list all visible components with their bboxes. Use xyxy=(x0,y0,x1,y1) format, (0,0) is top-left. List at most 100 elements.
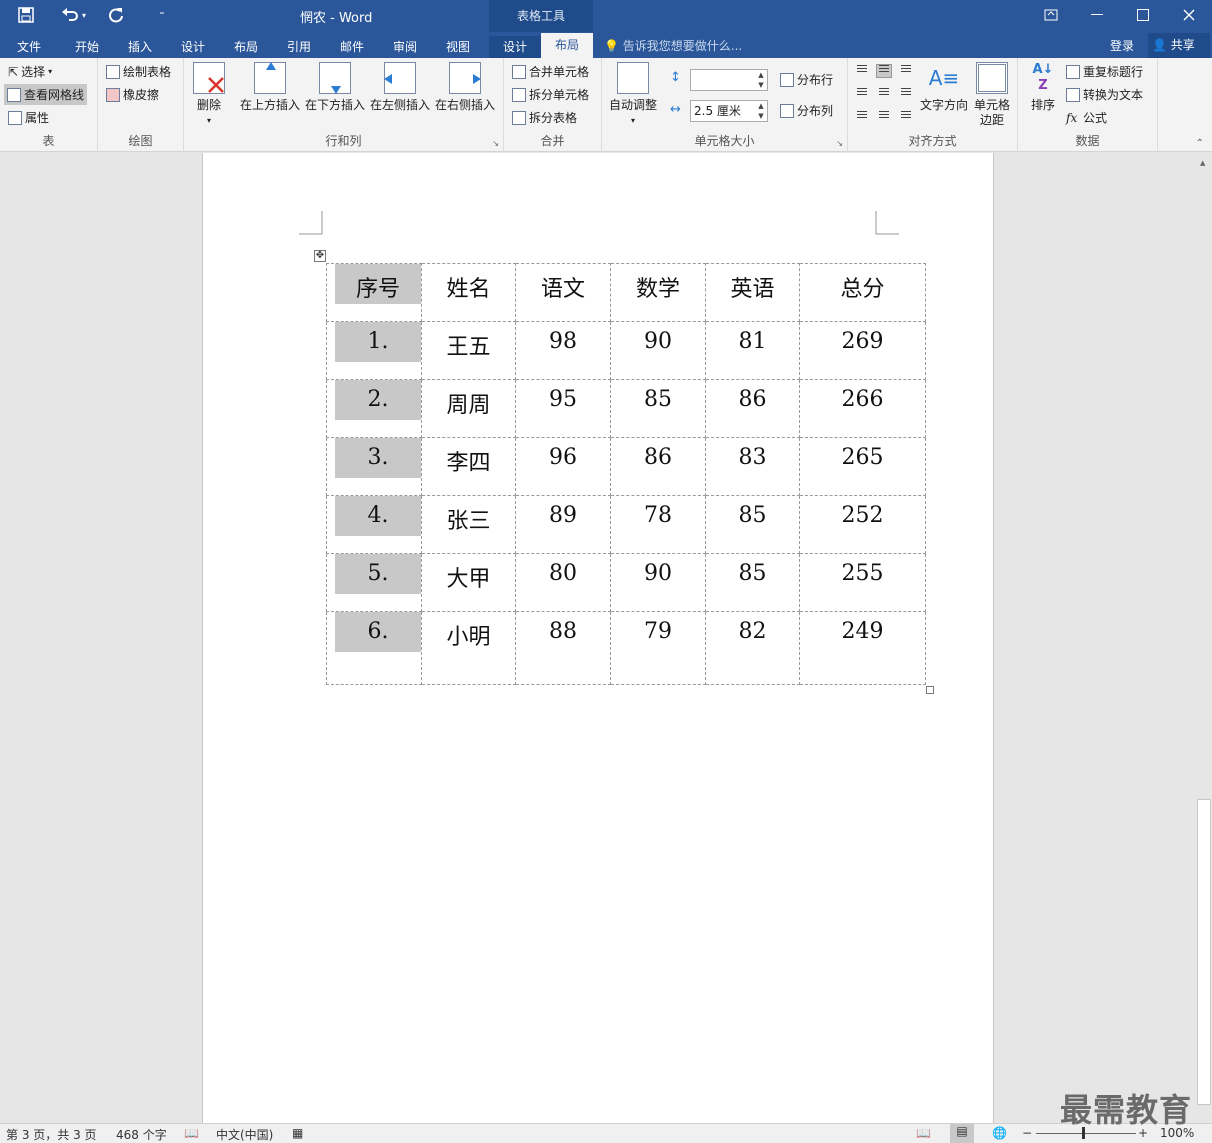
table-cell[interactable]: 1. xyxy=(326,321,422,380)
distribute-rows-button[interactable]: 分布行 xyxy=(780,69,833,90)
table-cell[interactable]: 李四 xyxy=(421,437,516,496)
table-cell[interactable]: 王五 xyxy=(421,321,516,380)
align-bottom-center-icon[interactable] xyxy=(876,110,892,124)
table-cell[interactable]: 90 xyxy=(610,321,706,380)
select-button[interactable]: ⇱ 选择 ▾ xyxy=(8,61,52,82)
table-cell[interactable]: 252 xyxy=(799,495,926,554)
split-cells-button[interactable]: 拆分单元格 xyxy=(512,84,589,105)
align-bottom-left-icon[interactable] xyxy=(854,110,870,124)
table-cell[interactable]: 周周 xyxy=(421,379,516,438)
align-middle-center-icon[interactable] xyxy=(876,87,892,101)
table-cell[interactable]: 80 xyxy=(515,553,611,612)
table-cell[interactable]: 86 xyxy=(705,379,800,438)
table-cell[interactable]: 81 xyxy=(705,321,800,380)
header-cell[interactable]: 英语 xyxy=(705,263,800,322)
share-button[interactable]: 👤 共享 xyxy=(1148,33,1210,58)
tab-mailings[interactable]: 邮件 xyxy=(329,36,375,58)
tab-table-design[interactable]: 设计 xyxy=(489,36,541,58)
proofing-icon[interactable]: 📖 xyxy=(184,1126,199,1140)
insert-right-button[interactable]: 在右侧插入 xyxy=(433,62,497,113)
dialog-launcher-icon[interactable]: ↘ xyxy=(836,139,843,148)
header-cell[interactable]: 总分 xyxy=(799,263,926,322)
tab-layout[interactable]: 布局 xyxy=(223,36,269,58)
table-cell[interactable]: 83 xyxy=(705,437,800,496)
align-top-right-icon[interactable] xyxy=(898,64,914,78)
undo-dropdown-icon[interactable]: ▾ xyxy=(78,4,90,26)
insert-below-button[interactable]: 在下方插入 xyxy=(303,62,367,113)
table-cell[interactable]: 269 xyxy=(799,321,926,380)
signin-link[interactable]: 登录 xyxy=(1110,37,1134,54)
table-cell[interactable]: 5. xyxy=(326,553,422,612)
table-cell[interactable]: 4. xyxy=(326,495,422,554)
tab-table-layout[interactable]: 布局 xyxy=(541,33,593,58)
ribbon-display-options-icon[interactable] xyxy=(1028,0,1074,30)
row-height-input[interactable]: ▲ ▼ xyxy=(690,69,768,91)
redo-icon[interactable] xyxy=(104,4,128,26)
table-cell[interactable]: 大甲 xyxy=(421,553,516,612)
insert-left-button[interactable]: 在左侧插入 xyxy=(368,62,432,113)
page-count[interactable]: 第 3 页，共 3 页 xyxy=(6,1126,97,1143)
language-indicator[interactable]: 中文(中国) xyxy=(216,1126,273,1143)
header-cell[interactable]: 序号 xyxy=(326,263,422,322)
zoom-slider-track[interactable] xyxy=(1036,1133,1136,1134)
view-gridlines-button[interactable]: 查看网格线 xyxy=(4,84,88,105)
read-mode-icon[interactable]: 📖 xyxy=(916,1126,931,1140)
table-cell[interactable]: 3. xyxy=(326,437,422,496)
table-cell[interactable]: 79 xyxy=(610,611,706,685)
save-icon[interactable] xyxy=(14,4,38,26)
table-cell[interactable]: 小明 xyxy=(421,611,516,685)
table-cell[interactable]: 89 xyxy=(515,495,611,554)
table-cell[interactable]: 82 xyxy=(705,611,800,685)
collapse-ribbon-icon[interactable]: ⌃ xyxy=(1196,138,1204,149)
tab-view[interactable]: 视图 xyxy=(435,36,481,58)
tell-me-box[interactable]: 💡 告诉我您想要做什么... xyxy=(604,37,742,54)
table-resize-handle[interactable] xyxy=(926,686,934,694)
tab-file[interactable]: 文件 xyxy=(6,36,52,58)
repeat-header-rows-button[interactable]: 重复标题行 xyxy=(1066,61,1143,82)
eraser-button[interactable]: 橡皮擦 xyxy=(106,84,159,105)
table-cell[interactable]: 78 xyxy=(610,495,706,554)
header-cell[interactable]: 姓名 xyxy=(421,263,516,322)
table-cell[interactable]: 85 xyxy=(705,495,800,554)
column-width-input[interactable]: 2.5 厘米 ▲ ▼ xyxy=(690,100,768,122)
draw-table-button[interactable]: 绘制表格 xyxy=(106,61,171,82)
vertical-scrollbar[interactable]: ▲ xyxy=(1196,153,1212,1123)
formula-button[interactable]: fx 公式 xyxy=(1066,107,1107,128)
table-cell[interactable]: 95 xyxy=(515,379,611,438)
close-icon[interactable] xyxy=(1166,0,1212,30)
header-cell[interactable]: 语文 xyxy=(515,263,611,322)
customize-qat-icon[interactable]: ⁼ xyxy=(150,4,174,26)
row-height-spinner[interactable]: ▲ ▼ xyxy=(755,70,767,90)
print-layout-icon[interactable]: ▤ xyxy=(950,1124,974,1143)
autofit-button[interactable]: 自动调整 ▾ xyxy=(606,62,660,128)
table-cell[interactable]: 88 xyxy=(515,611,611,685)
align-bottom-right-icon[interactable] xyxy=(898,110,914,124)
tab-references[interactable]: 引用 xyxy=(276,36,322,58)
table-cell[interactable]: 85 xyxy=(705,553,800,612)
align-middle-right-icon[interactable] xyxy=(898,87,914,101)
delete-button[interactable]: 删除 ▾ xyxy=(190,62,228,128)
distribute-columns-button[interactable]: 分布列 xyxy=(780,100,833,121)
table-cell[interactable]: 255 xyxy=(799,553,926,612)
sort-button[interactable]: A↓ Z 排序 xyxy=(1024,62,1062,113)
table-cell[interactable]: 249 xyxy=(799,611,926,685)
scrollbar-thumb[interactable] xyxy=(1197,799,1211,1105)
dialog-launcher-icon[interactable]: ↘ xyxy=(492,139,499,148)
align-middle-left-icon[interactable] xyxy=(854,87,870,101)
table-cell[interactable]: 86 xyxy=(610,437,706,496)
table-cell[interactable]: 90 xyxy=(610,553,706,612)
table-move-handle[interactable]: ✥ xyxy=(314,250,326,262)
word-count[interactable]: 468 个字 xyxy=(116,1126,167,1143)
header-cell[interactable]: 数学 xyxy=(610,263,706,322)
merge-cells-button[interactable]: 合并单元格 xyxy=(512,61,589,82)
scroll-up-icon[interactable]: ▲ xyxy=(1200,159,1205,167)
table-cell[interactable]: 6. xyxy=(326,611,422,685)
align-top-left-icon[interactable] xyxy=(854,64,870,78)
table-cell[interactable]: 266 xyxy=(799,379,926,438)
table-cell[interactable]: 265 xyxy=(799,437,926,496)
insert-above-button[interactable]: 在上方插入 xyxy=(238,62,302,113)
table-cell[interactable]: 96 xyxy=(515,437,611,496)
tab-design[interactable]: 设计 xyxy=(170,36,216,58)
split-table-button[interactable]: 拆分表格 xyxy=(512,107,577,128)
text-direction-button[interactable]: A≡ 文字方向 xyxy=(920,62,968,113)
